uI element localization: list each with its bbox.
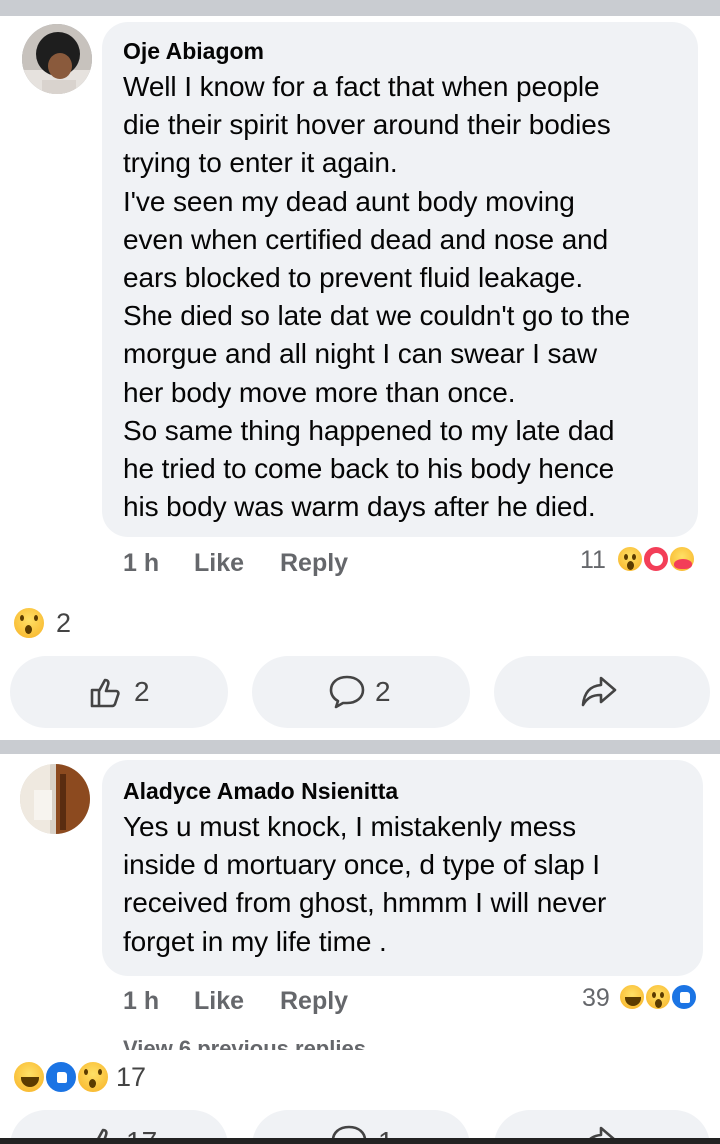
- reply-button[interactable]: Reply: [280, 549, 348, 578]
- wow-icon: [616, 545, 644, 573]
- post-reaction-count: 2: [56, 608, 72, 638]
- share-icon: [581, 676, 617, 707]
- reaction-count: 11: [580, 546, 606, 574]
- comment-count: 2: [375, 676, 391, 707]
- thumbs-up-icon: [90, 678, 120, 708]
- top-separator: [0, 0, 720, 16]
- comment-author[interactable]: Oje Abiagom: [123, 38, 264, 65]
- comment-text: Yes u must knock, I mistakenly mess insi…: [123, 811, 607, 957]
- avatar[interactable]: [20, 764, 90, 834]
- wow-icon: [644, 983, 672, 1011]
- bottom-edge: [0, 1138, 720, 1144]
- comment-author[interactable]: Aladyce Amado Nsienitta: [123, 778, 398, 805]
- reply-button[interactable]: Reply: [280, 987, 348, 1016]
- love-icon: [642, 545, 670, 573]
- like-count: 2: [134, 676, 150, 707]
- like-button[interactable]: Like: [194, 549, 244, 578]
- haha-icon: [12, 1060, 46, 1094]
- avatar[interactable]: [22, 24, 92, 94]
- comment-text: Well I know for a fact that when people …: [123, 71, 631, 523]
- view-previous-replies-link[interactable]: View 6 previous replies: [123, 1036, 366, 1050]
- reaction-count: 39: [582, 984, 610, 1012]
- wow-icon: [12, 606, 46, 640]
- like-icon: [670, 983, 698, 1011]
- haha-icon: [618, 983, 646, 1011]
- like-icon: [44, 1060, 78, 1094]
- avatar-photo: [22, 24, 92, 94]
- comment-time[interactable]: 1 h: [123, 987, 159, 1016]
- care-icon: [668, 545, 696, 573]
- post-reaction-count: 17: [116, 1062, 147, 1092]
- avatar-photo: [20, 764, 90, 834]
- comment-icon: [329, 675, 365, 709]
- like-button[interactable]: Like: [194, 987, 244, 1016]
- post-separator: [0, 740, 720, 754]
- comment-time[interactable]: 1 h: [123, 549, 159, 578]
- wow-icon: [76, 1060, 110, 1094]
